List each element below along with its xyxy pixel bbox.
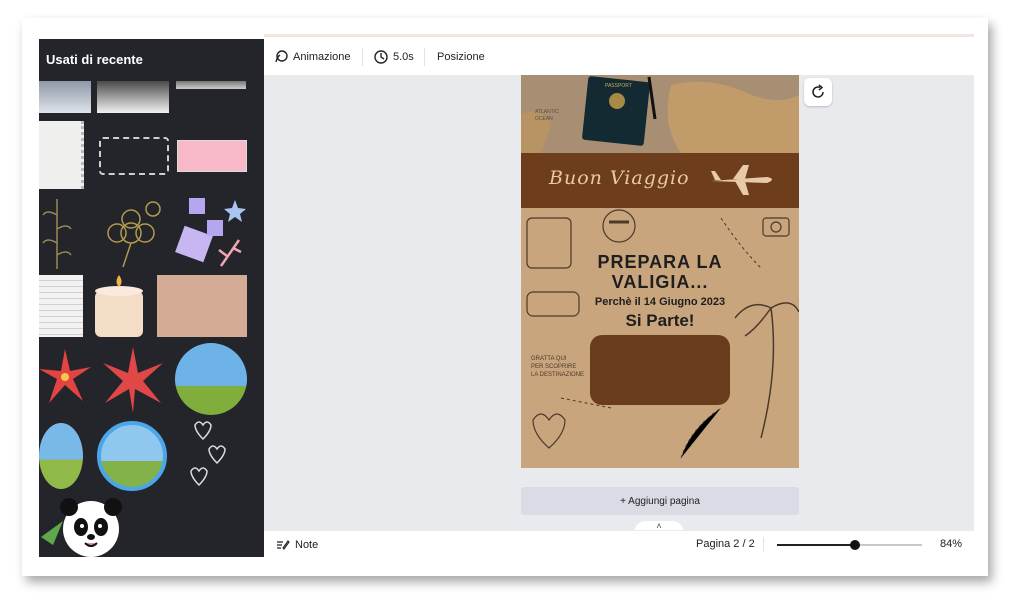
map-label: ATLANTIC OCEAN [535,109,559,122]
recent-thumb-gray-gradient[interactable] [39,81,91,113]
position-label: Posizione [437,51,485,63]
page-indicator[interactable]: Pagina 2 / 2 [696,538,755,550]
panda-logo [41,498,122,557]
recent-thumb-leaf-branch[interactable] [39,195,75,271]
banner-text: Buon Viaggio [549,167,690,189]
toolbar-divider [424,48,425,66]
toolbar-divider [362,48,363,66]
zoom-slider-knob[interactable] [850,540,861,550]
recent-thumb-candle[interactable] [91,273,147,339]
recent-thumb-lined-paper[interactable] [39,275,83,337]
zoom-level[interactable]: 84% [940,538,962,550]
panel-title: Usati di recente [46,52,143,67]
clock-icon [374,50,388,64]
recent-thumb-red-leaf[interactable] [101,345,165,415]
recent-thumb-red-flower[interactable] [39,345,93,411]
recent-thumb-gift-boxes[interactable] [175,196,247,272]
date-subline: Perchè il 14 Giugno 2023 [594,296,726,308]
scratch-area[interactable] [590,335,730,405]
animation-button[interactable]: Animazione [274,39,350,75]
recent-thumb-line-flower[interactable] [101,197,165,271]
duration-button[interactable]: 5.0s [374,39,414,75]
animation-label: Animazione [293,51,351,63]
duration-label: 5.0s [393,51,414,63]
recent-thumb-beige-texture[interactable] [157,275,247,337]
recent-thumb-paper-strip[interactable] [176,81,246,89]
canvas-area[interactable]: ATLANTIC OCEAN PASSPORT Buon Viaggio PRE… [264,75,974,533]
bottom-bar: Note Pagina 2 / 2 84% [264,530,974,558]
regenerate-button[interactable] [804,78,832,106]
recent-panel: Usati di recente [39,39,264,557]
scratch-instructions: GRATTA QUI PER SCOPRIRE LA DESTINAZIONE [531,356,585,378]
recent-thumb-sky-circle[interactable] [175,343,247,415]
add-page-button[interactable]: + Aggiungi pagina [521,487,799,515]
recent-thumb-pink-rectangle[interactable] [177,140,247,172]
notes-icon [277,539,290,550]
banner: Buon Viaggio [521,153,799,208]
headline-line-2: VALIGIA... [611,272,709,292]
recent-thumb-sky-scalloped[interactable] [97,421,167,491]
toolbar-divider [763,537,764,552]
map-illustration [521,76,799,153]
toolbar: Animazione 5.0s Posizione [264,39,974,76]
top-strip [264,34,974,37]
position-button[interactable]: Posizione [437,39,485,75]
recent-thumb-silver-gradient[interactable] [97,81,169,113]
notes-label: Note [295,538,319,551]
passport-label: PASSPORT [605,83,632,89]
headline-line-1: PREPARA LA [597,252,723,272]
recent-thumb-stamp[interactable] [39,121,84,189]
tagline: Si Parte! [625,311,695,330]
editor-window: Usati di recente Animazione 5.0s Posizio… [22,18,988,576]
map-photo: ATLANTIC OCEAN PASSPORT [521,75,799,153]
recent-thumb-hearts[interactable] [185,417,235,493]
recent-thumb-floral-frame[interactable] [99,137,169,175]
plane-icon [711,165,772,195]
design-page[interactable]: ATLANTIC OCEAN PASSPORT Buon Viaggio PRE… [521,75,799,468]
recent-thumb-sky-circle-small[interactable] [39,423,83,489]
animation-icon [275,50,288,63]
zoom-slider[interactable] [777,540,922,550]
zoom-slider-fill [777,544,856,546]
notes-button[interactable]: Note [276,531,318,558]
refresh-icon [812,84,824,98]
